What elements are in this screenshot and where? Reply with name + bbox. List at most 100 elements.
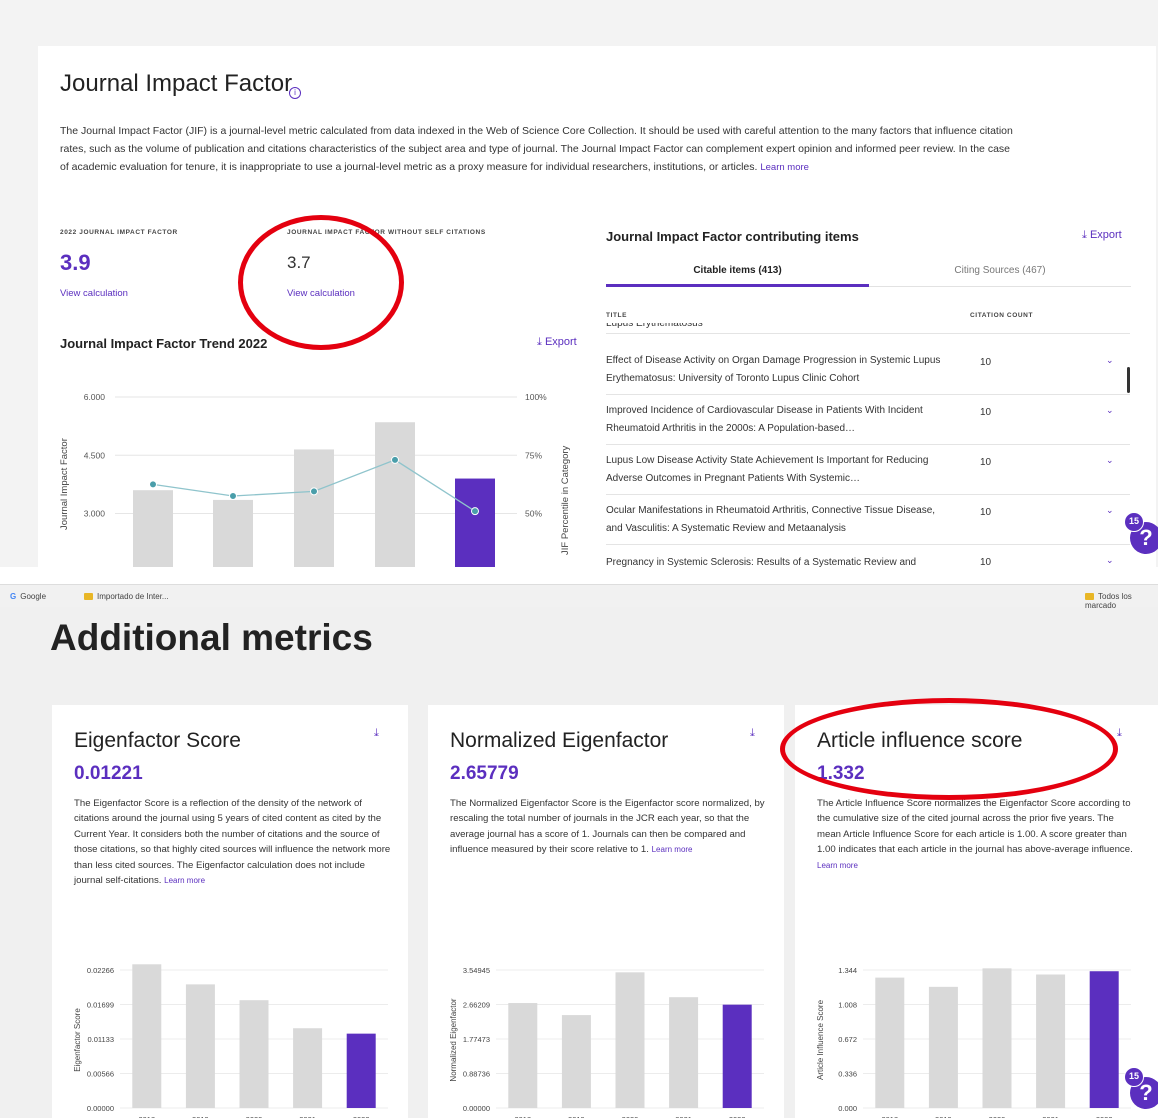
y-tick-label: 0.00000 [463, 1104, 490, 1113]
contrib-export-button[interactable]: ⤓ Export [1082, 229, 1122, 242]
additional-metrics-title: Additional metrics [50, 617, 373, 658]
row-title: Improved Incidence of Cardiovascular Dis… [606, 405, 923, 434]
jif-panel: Journal Impact Factor i The Journal Impa… [0, 0, 1158, 567]
list-scrollbar[interactable] [1127, 367, 1130, 393]
chevron-down-icon[interactable]: ⌄ [1106, 505, 1114, 516]
bookmark-imported[interactable]: Importado de Inter... [84, 592, 169, 601]
bookmark-label: Google [20, 592, 47, 601]
table-row[interactable]: Lupus Erythematosus [606, 323, 1130, 334]
bar [561, 1015, 591, 1108]
normalized-eigenfactor-card: Normalized Eigenfactor 2.65779 ⤓ The Nor… [428, 705, 784, 1118]
y-axis-label: Article Influence Score [816, 999, 825, 1080]
help-count-badge: 15 [1124, 512, 1144, 532]
bookmark-all[interactable]: Todos los marcado [1085, 592, 1158, 610]
jif-learn-more-link[interactable]: Learn more [760, 162, 809, 173]
chevron-down-icon[interactable]: ⌄ [1106, 555, 1114, 566]
download-icon: ⤓ [537, 336, 542, 348]
metric-title: Eigenfactor Score [74, 729, 241, 752]
bar [508, 1003, 538, 1108]
jif-trend-chart: 6.000 100% 4.500 75% 3.000 50% Journal Impact … [59, 392, 571, 567]
tab-citable-items[interactable]: Citable items (413) [606, 258, 869, 287]
jif-description: The Journal Impact Factor (JIF) is a jou… [60, 122, 1020, 177]
jif-2022-label: 2022 JOURNAL IMPACT FACTOR [60, 229, 178, 236]
bookmarks-bar: G Google Importado de Inter... Todos los … [0, 585, 1158, 610]
y-tick-label: 1.008 [838, 1001, 857, 1010]
contrib-list[interactable]: Lupus Erythematosus Effect of Disease Ac… [600, 323, 1136, 567]
y-tick-label: 6.000 [84, 392, 106, 402]
table-row[interactable]: Effect of Disease Activity on Organ Dama… [606, 346, 1130, 395]
y-tick-label: 0.672 [838, 1035, 857, 1044]
table-row[interactable]: Improved Incidence of Cardiovascular Dis… [606, 395, 1130, 445]
column-header-citation-count[interactable]: CITATION COUNT [970, 312, 1033, 319]
chevron-down-icon[interactable]: ⌄ [1106, 355, 1114, 366]
row-title: Pregnancy in Systemic Sclerosis: Results… [606, 557, 917, 567]
metric-value: 0.01221 [74, 763, 143, 784]
metric-title: Article influence score [817, 729, 1023, 752]
metric-description: The Article Influence Score normalizes t… [817, 796, 1133, 873]
eigenfactor-chart: 0.02266 0.01699 0.01133 0.00566 0.00000 Eigen… [73, 964, 388, 1118]
row-citation-count: 10 [980, 407, 992, 418]
metric-description-text: The Article Influence Score normalizes t… [817, 798, 1133, 856]
contrib-export-label: Export [1089, 229, 1122, 241]
chevron-down-icon[interactable]: ⌄ [1106, 405, 1114, 416]
trend-export-button[interactable]: ⤓ Export [537, 336, 577, 349]
y2-tick-label: 75% [525, 450, 542, 460]
y2-tick-label: 50% [525, 509, 542, 519]
column-header-title[interactable]: TITLE [606, 312, 627, 319]
table-row[interactable]: Pregnancy in Systemic Sclerosis: Results… [606, 545, 1130, 567]
y-tick-label: 0.88736 [463, 1070, 490, 1079]
normalized-eigenfactor-chart: 3.54945 2.66209 1.77473 0.88736 0.00000 Norma… [449, 966, 764, 1118]
learn-more-link[interactable]: Learn more [164, 876, 205, 885]
percentile-point [471, 507, 479, 516]
y-tick-label: 4.500 [84, 450, 106, 460]
table-row[interactable]: Ocular Manifestations in Rheumatoid Arth… [606, 495, 1130, 545]
metric-description: The Eigenfactor Score is a reflection of… [74, 796, 394, 888]
bar [294, 449, 334, 567]
browser-toolbar [0, 567, 1158, 585]
bookmark-label: Importado de Inter... [97, 592, 169, 601]
bar [375, 422, 415, 567]
folder-icon [84, 593, 93, 600]
row-title: Ocular Manifestations in Rheumatoid Arth… [606, 505, 936, 534]
metric-value: 1.332 [817, 763, 865, 784]
bar [132, 964, 162, 1108]
learn-more-link[interactable]: Learn more [652, 845, 693, 854]
y2-axis-label: JIF Percentile in Category [560, 445, 571, 555]
chevron-down-icon[interactable]: ⌄ [1106, 455, 1114, 466]
additional-metrics-panel: G Google Importado de Inter... Todos los … [0, 567, 1158, 1118]
bar [293, 1028, 323, 1108]
tab-citing-sources[interactable]: Citing Sources (467) [869, 258, 1131, 287]
table-row[interactable]: Lupus Low Disease Activity State Achieve… [606, 445, 1130, 495]
download-icon[interactable]: ⤓ [1117, 727, 1122, 740]
info-icon[interactable]: i [289, 87, 301, 99]
jif-description-text: The Journal Impact Factor (JIF) is a jou… [60, 125, 1013, 173]
jif-2022-value: 3.9 [60, 250, 91, 275]
row-title: Lupus Erythematosus [606, 323, 703, 329]
y-tick-label: 0.00000 [87, 1104, 114, 1113]
row-citation-count: 10 [980, 457, 992, 468]
metric-description: The Normalized Eigenfactor Score is the … [450, 796, 770, 858]
learn-more-link[interactable]: Learn more [817, 861, 858, 870]
bar [239, 1000, 269, 1108]
y-tick-label: 1.77473 [463, 1035, 490, 1044]
bar [615, 972, 645, 1108]
jif-2022-view-calculation-link[interactable]: View calculation [60, 288, 128, 299]
download-icon: ⤓ [1082, 229, 1087, 241]
y-axis-label: Journal Impact Factor [59, 438, 70, 530]
row-citation-count: 10 [980, 357, 992, 368]
row-citation-count: 10 [980, 507, 992, 518]
download-icon[interactable]: ⤓ [750, 727, 755, 740]
bar [875, 977, 905, 1108]
row-title: Lupus Low Disease Activity State Achieve… [606, 455, 929, 484]
bar [185, 984, 215, 1108]
row-citation-count: 10 [980, 557, 992, 567]
help-count-badge: 15 [1124, 1067, 1144, 1087]
bar [133, 490, 173, 567]
download-icon[interactable]: ⤓ [374, 727, 379, 740]
bookmark-google[interactable]: G Google [10, 592, 46, 601]
bar [669, 997, 699, 1108]
bar [213, 499, 253, 567]
y-tick-label: 1.344 [838, 966, 857, 975]
jif-no-self-citations-view-calculation-link[interactable]: View calculation [287, 288, 355, 299]
metric-description-text: The Normalized Eigenfactor Score is the … [450, 798, 765, 856]
